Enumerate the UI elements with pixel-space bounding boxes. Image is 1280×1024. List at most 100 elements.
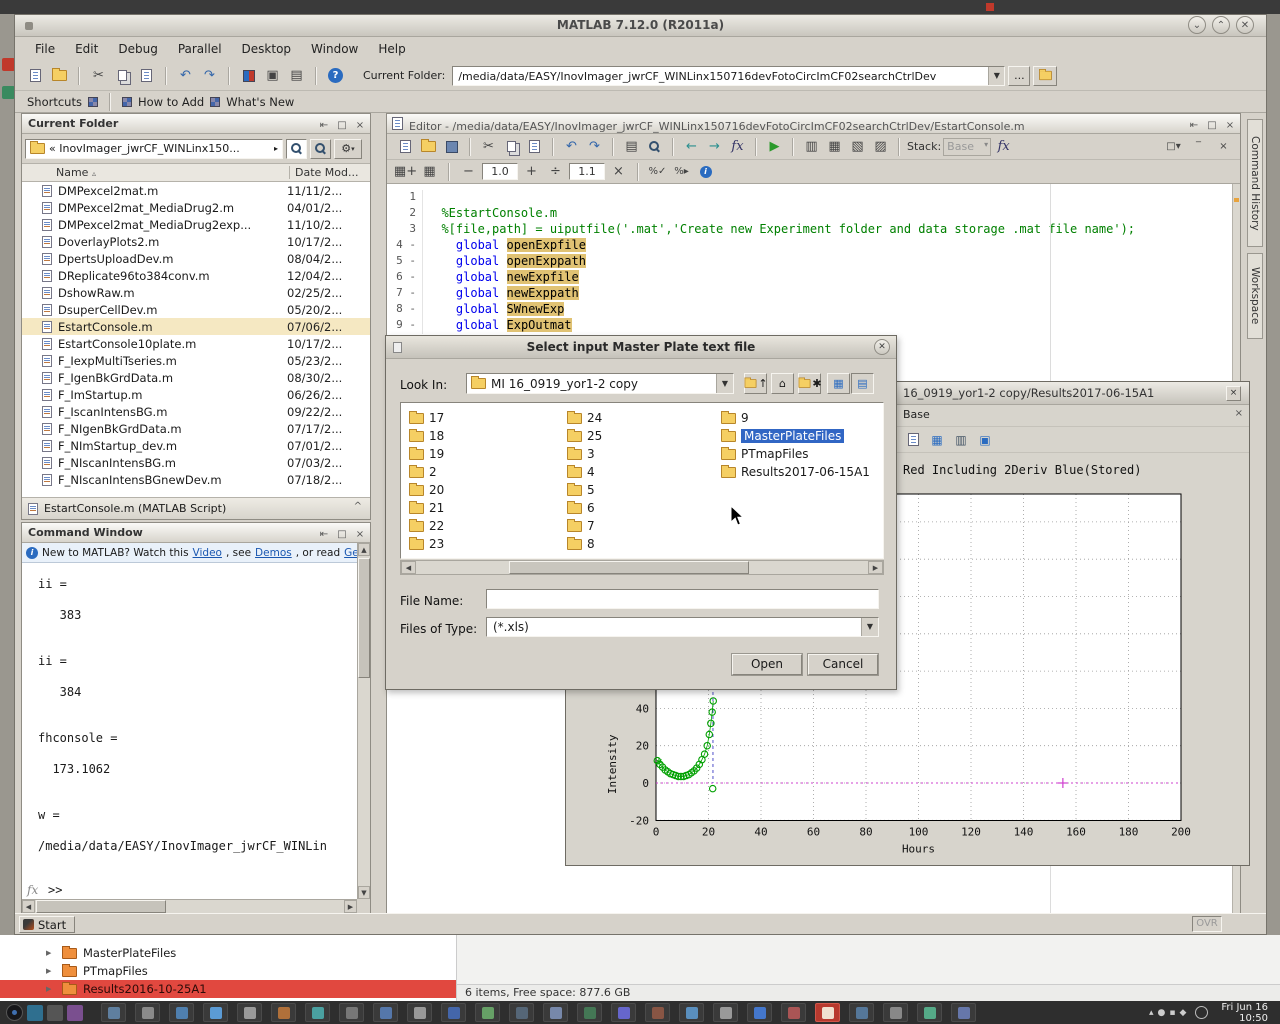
stack-combo[interactable]: Base	[943, 138, 991, 156]
copy-button[interactable]	[112, 65, 133, 86]
undock-icon[interactable]: □	[335, 116, 349, 135]
scroll-down-icon[interactable]: ▼	[358, 886, 370, 899]
print-button[interactable]: ▤	[621, 136, 642, 157]
video-link[interactable]: Video	[193, 547, 222, 559]
file-row[interactable]: DpertsUploadDev.m08/04/2...	[22, 250, 370, 267]
print-figure-button[interactable]: ▥	[951, 430, 971, 450]
files-of-type-combo[interactable]: (*.xls) ▼	[486, 617, 879, 637]
breadcrumb[interactable]: « InovImager_jwrCF_WINLinx150... ▸	[25, 139, 283, 159]
grid-view-button[interactable]: ▦	[927, 430, 947, 450]
folder-list[interactable]: 171819220212223 2425345678 9MasterPlateF…	[400, 402, 884, 559]
file-row[interactable]: DsuperCellDev.m05/20/2...	[22, 301, 370, 318]
cell-publish-button[interactable]: ▧	[847, 136, 868, 157]
taskbar-app-button[interactable]	[475, 1003, 500, 1022]
folder-item[interactable]: 9	[721, 409, 870, 427]
taskbar-app-button[interactable]	[679, 1003, 704, 1022]
open-button[interactable]: Open	[732, 654, 802, 675]
tree-row[interactable]: ▶Results2016-10-25A1	[0, 980, 456, 998]
chevron-down-icon[interactable]: ▼	[861, 618, 878, 636]
code-line[interactable]: 6 - global newExpfile	[387, 270, 1232, 286]
fx-icon[interactable]: fx	[27, 883, 38, 897]
file-row[interactable]: DMPexcel2mat_MediaDrug2.m04/01/2...	[22, 199, 370, 216]
redo-button[interactable]: ↷	[584, 136, 605, 157]
insert-cell-button[interactable]: ▦+	[395, 161, 416, 182]
guide-button[interactable]: ▣	[262, 65, 283, 86]
code-line[interactable]: 7 - global newExppath	[387, 286, 1232, 302]
taskbar-launcher-icon[interactable]	[27, 1005, 43, 1021]
folder-item[interactable]: 18	[409, 427, 444, 445]
folder-item[interactable]: 3	[567, 445, 602, 463]
list-column-headers[interactable]: Name ▵ Date Mod...	[22, 164, 370, 182]
menu-window[interactable]: Window	[301, 39, 368, 59]
forward-button[interactable]: →	[704, 136, 725, 157]
code-line[interactable]: 8 - global SWnewExp	[387, 302, 1232, 318]
minimize-button[interactable]: ⌄	[1188, 16, 1206, 34]
tree-row[interactable]: ▶MasterPlateFiles	[0, 944, 456, 962]
folder-item[interactable]: 4	[567, 463, 602, 481]
horizontal-scrollbar[interactable]: ◀ ▶	[22, 899, 357, 913]
browse-folder-button[interactable]: ...	[1008, 66, 1030, 86]
cut-button[interactable]: ✂	[478, 136, 499, 157]
multiply-value-button[interactable]: ×	[608, 161, 629, 182]
tab-workspace[interactable]: Workspace	[1247, 253, 1263, 339]
file-row[interactable]: F_NIgenBkGrdData.m07/17/2...	[22, 420, 370, 437]
code-line[interactable]: 4 - global openExpfile	[387, 238, 1232, 254]
cell-eval-button[interactable]: ▦	[824, 136, 845, 157]
file-row[interactable]: DoverlayPlots2.m10/17/2...	[22, 233, 370, 250]
maximize-button[interactable]: ⌃	[1212, 16, 1230, 34]
divide-value-button[interactable]: ÷	[545, 161, 566, 182]
tray-icon[interactable]: ●	[1157, 1008, 1165, 1018]
dock-icon[interactable]: ⇤	[317, 525, 331, 544]
taskbar-app-button[interactable]	[271, 1003, 296, 1022]
tray-icon[interactable]: ▴	[1149, 1008, 1154, 1018]
open-file-button[interactable]	[49, 65, 70, 86]
value-field-left[interactable]: 1.0	[482, 163, 518, 180]
expander-icon[interactable]: ▶	[46, 967, 56, 975]
new-file-button[interactable]	[395, 136, 416, 157]
list-view-button[interactable]: ▦	[827, 373, 850, 394]
undock-icon[interactable]: □	[1205, 116, 1219, 135]
taskbar-app-button[interactable]	[883, 1003, 908, 1022]
taskbar-app-button[interactable]	[781, 1003, 806, 1022]
taskbar-app-button[interactable]	[169, 1003, 194, 1022]
menu-debug[interactable]: Debug	[108, 39, 167, 59]
code-line[interactable]: 9 - global ExpOutmat	[387, 318, 1232, 334]
taskbar-app-button[interactable]	[203, 1003, 228, 1022]
save-button[interactable]	[441, 136, 462, 157]
new-file-button[interactable]	[25, 65, 46, 86]
split-window-button[interactable]: □▾	[1163, 136, 1184, 157]
info-button[interactable]: i	[695, 161, 716, 182]
folder-item[interactable]: 22	[409, 517, 444, 535]
demos-link[interactable]: Demos	[255, 547, 292, 559]
dialog-titlebar[interactable]: Select input Master Plate text file ✕	[386, 336, 896, 359]
shortcut-how-to-add[interactable]: How to Add	[138, 95, 204, 109]
folder-item[interactable]: 5	[567, 481, 602, 499]
folder-item[interactable]: MasterPlateFiles	[721, 427, 870, 445]
panel-header[interactable]: Current Folder ⇤ □ ×	[22, 114, 370, 134]
undo-button[interactable]: ↶	[175, 65, 196, 86]
file-row[interactable]: F_IexpMultiTseries.m05/23/2...	[22, 352, 370, 369]
taskbar-app-button[interactable]	[849, 1003, 874, 1022]
actions-menu-button[interactable]: ⚙▾	[334, 139, 362, 159]
current-folder-combo[interactable]: /media/data/EASY/InovImager_jwrCF_WINLin…	[452, 66, 1005, 86]
code-line[interactable]: 3 %[file,path] = uiputfile('.mat','Creat…	[387, 222, 1232, 238]
taskbar-app-button[interactable]	[815, 1003, 840, 1022]
matlab-titlebar[interactable]: MATLAB 7.12.0 (R2011a) ⌄ ⌃ ✕	[15, 15, 1266, 37]
folder-item[interactable]: 19	[409, 445, 444, 463]
run-button[interactable]: ▶	[764, 136, 785, 157]
taskbar-app-button[interactable]	[509, 1003, 534, 1022]
back-button[interactable]: ←	[681, 136, 702, 157]
name-column-header[interactable]: Name	[56, 166, 88, 179]
scroll-up-icon[interactable]: ▲	[358, 543, 370, 556]
panel-header[interactable]: Command Window ⇤ □ ×	[22, 523, 370, 543]
close-icon[interactable]: ×	[353, 525, 367, 544]
command-prompt[interactable]: >>	[48, 883, 62, 897]
breakpoints-button[interactable]: ▨	[870, 136, 891, 157]
file-row[interactable]: F_NIscanIntensBGnewDev.m07/18/2...	[22, 471, 370, 488]
paste-button[interactable]	[136, 65, 157, 86]
taskbar-app-button[interactable]	[951, 1003, 976, 1022]
tree-row[interactable]: ▶PTmapFiles	[0, 962, 456, 980]
scroll-right-icon[interactable]: ▶	[868, 561, 883, 574]
file-row[interactable]: DReplicate96to384conv.m12/04/2...	[22, 267, 370, 284]
help-button[interactable]: ?	[325, 65, 346, 86]
